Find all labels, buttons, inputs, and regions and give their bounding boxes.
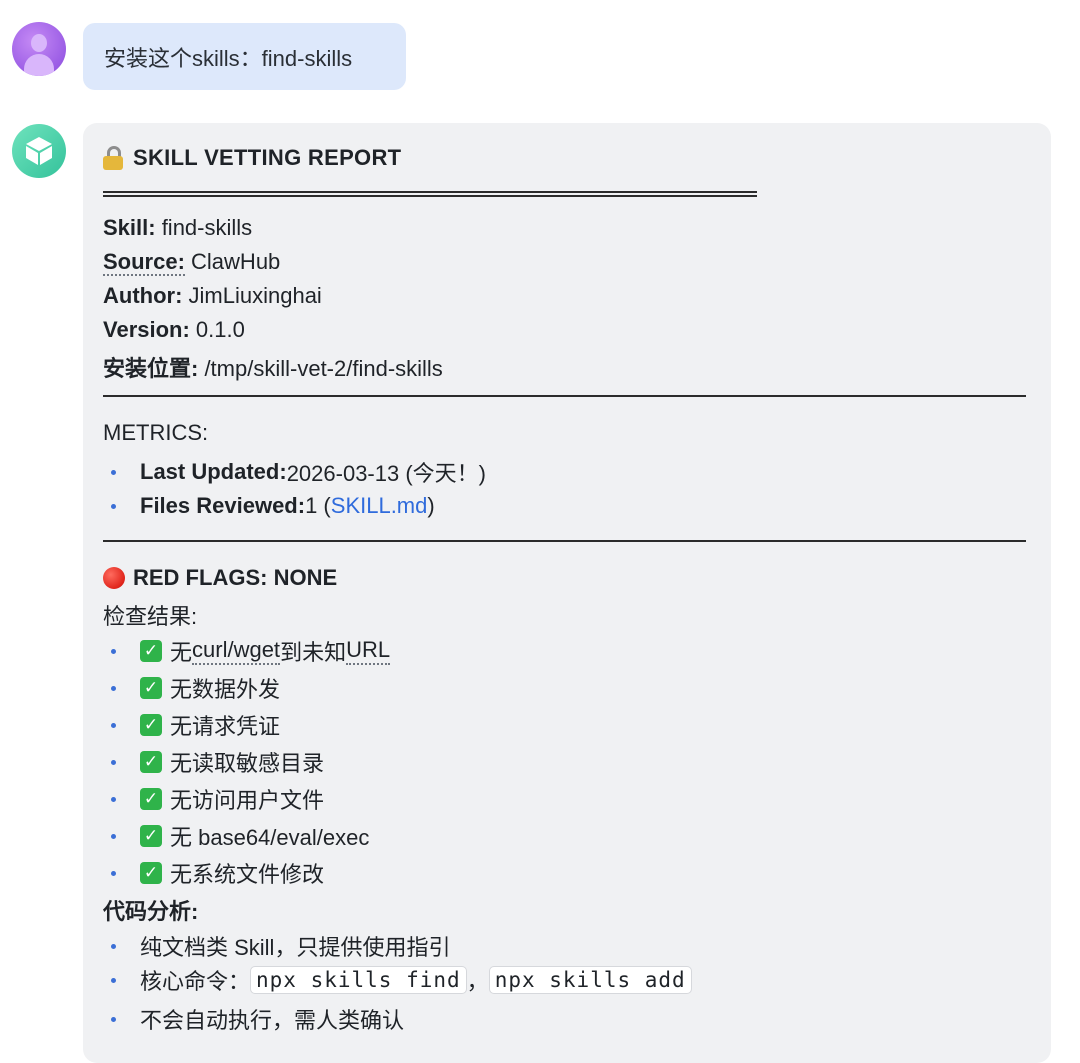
bullet-dot	[111, 503, 116, 509]
user-avatar	[12, 22, 66, 76]
check-mark-icon: ✓	[140, 640, 162, 662]
bullet-dot	[111, 469, 116, 475]
user-message-bubble: 安装这个skills：find-skills	[83, 23, 406, 90]
report-title-row: SKILL VETTING REPORT	[103, 145, 401, 171]
check-text: 无 base64/eval/exec	[170, 825, 370, 850]
check-text: 无系统文件修改	[170, 862, 325, 887]
check-item: ✓ 无访问用户文件	[103, 783, 324, 815]
meta-install-location: 安装位置: /tmp/skill-vet-2/find-skills	[103, 351, 443, 383]
meta-key: 安装位置:	[103, 356, 199, 381]
code-analysis-heading: 代码分析:	[103, 899, 199, 924]
section-rule	[103, 395, 1026, 397]
meta-key: Source:	[103, 249, 185, 276]
check-item: ✓ 无系统文件修改	[103, 857, 324, 889]
check-text: 无	[170, 640, 193, 665]
bullet-dot	[111, 722, 116, 728]
skill-md-link[interactable]: SKILL.md	[331, 493, 428, 519]
inline-code: npx skills find	[250, 966, 467, 994]
bullet-dot	[111, 759, 116, 765]
meta-skill: Skill: find-skills	[103, 215, 252, 241]
check-text-term: curl/wget	[192, 637, 281, 665]
meta-value: find-skills	[155, 215, 253, 240]
check-mark-icon: ✓	[140, 862, 162, 884]
meta-value: ClawHub	[184, 249, 281, 274]
metric-key: Files Reviewed:	[140, 493, 306, 518]
bullet-dot	[111, 648, 116, 654]
analysis-text: 纯文档类 Skill，只提供使用指引	[140, 935, 451, 960]
metric-value-close: )	[427, 493, 435, 518]
report-title: SKILL VETTING REPORT	[133, 145, 402, 170]
check-mark-icon: ✓	[140, 714, 162, 736]
meta-source: Source: ClawHub	[103, 249, 281, 276]
meta-author: Author: JimLiuxinghai	[103, 283, 322, 309]
assistant-message-card: SKILL VETTING REPORT Skill: find-skills …	[83, 123, 1051, 1063]
check-mark-icon: ✓	[140, 825, 162, 847]
title-double-rule	[103, 191, 757, 197]
analysis-separator: ，	[466, 969, 489, 994]
meta-value: /tmp/skill-vet-2/find-skills	[198, 356, 443, 381]
analysis-text: 核心命令：	[140, 969, 251, 994]
meta-key: Skill:	[103, 215, 156, 240]
meta-version: Version: 0.1.0	[103, 317, 245, 343]
check-item: ✓ 无读取敏感目录	[103, 746, 324, 778]
metric-value: 2026-03-13 (今天！)	[286, 461, 486, 486]
bullet-dot	[111, 870, 116, 876]
check-text-term: URL	[346, 637, 391, 665]
analysis-item: 不会自动执行，需人类确认	[103, 1003, 404, 1035]
check-item: ✓ 无请求凭证	[103, 709, 280, 741]
analysis-item: 纯文档类 Skill，只提供使用指引	[103, 930, 450, 962]
red-flags-heading: RED FLAGS: NONE	[103, 565, 337, 591]
check-text: 无访问用户文件	[170, 788, 325, 813]
check-item: ✓ 无 curl/wget 到未知 URL	[103, 635, 391, 667]
check-text: 无读取敏感目录	[170, 751, 325, 776]
bullet-dot	[111, 977, 116, 983]
lock-icon	[103, 146, 123, 170]
bullet-dot	[111, 943, 116, 949]
check-mark-icon: ✓	[140, 677, 162, 699]
metric-files-reviewed: Files Reviewed: 1 (SKILL.md)	[103, 493, 435, 519]
analysis-text: 不会自动执行，需人类确认	[140, 1008, 405, 1033]
check-item: ✓ 无数据外发	[103, 672, 280, 704]
red-flags-label: RED FLAGS:	[133, 565, 268, 590]
check-text: 无请求凭证	[170, 714, 281, 739]
check-item: ✓ 无 base64/eval/exec	[103, 820, 369, 852]
cube-icon	[26, 137, 52, 165]
inline-code: npx skills add	[488, 966, 692, 994]
check-results-heading: 检查结果:	[103, 604, 198, 629]
red-flags-value: NONE	[273, 565, 338, 590]
check-text: 无数据外发	[170, 677, 281, 702]
analysis-item: 核心命令： npx skills find ， npx skills add	[103, 964, 692, 996]
meta-key: Author:	[103, 283, 183, 308]
bullet-dot	[111, 685, 116, 691]
meta-key: Version:	[103, 317, 190, 342]
bullet-dot	[111, 833, 116, 839]
metrics-heading: METRICS:	[103, 420, 209, 445]
check-text: 到未知	[280, 640, 347, 665]
check-mark-icon: ✓	[140, 751, 162, 773]
metric-last-updated: Last Updated: 2026-03-13 (今天！)	[103, 456, 486, 488]
bullet-dot	[111, 796, 116, 802]
meta-value: JimLiuxinghai	[182, 283, 322, 308]
red-circle-icon	[103, 567, 125, 589]
meta-value: 0.1.0	[189, 317, 245, 342]
user-message-text: 安装这个skills：find-skills	[104, 45, 353, 71]
metric-key: Last Updated:	[140, 459, 287, 484]
metric-value: 1 (	[305, 493, 331, 518]
bullet-dot	[111, 1016, 116, 1022]
section-rule	[103, 540, 1026, 542]
check-mark-icon: ✓	[140, 788, 162, 810]
assistant-avatar	[12, 124, 66, 178]
